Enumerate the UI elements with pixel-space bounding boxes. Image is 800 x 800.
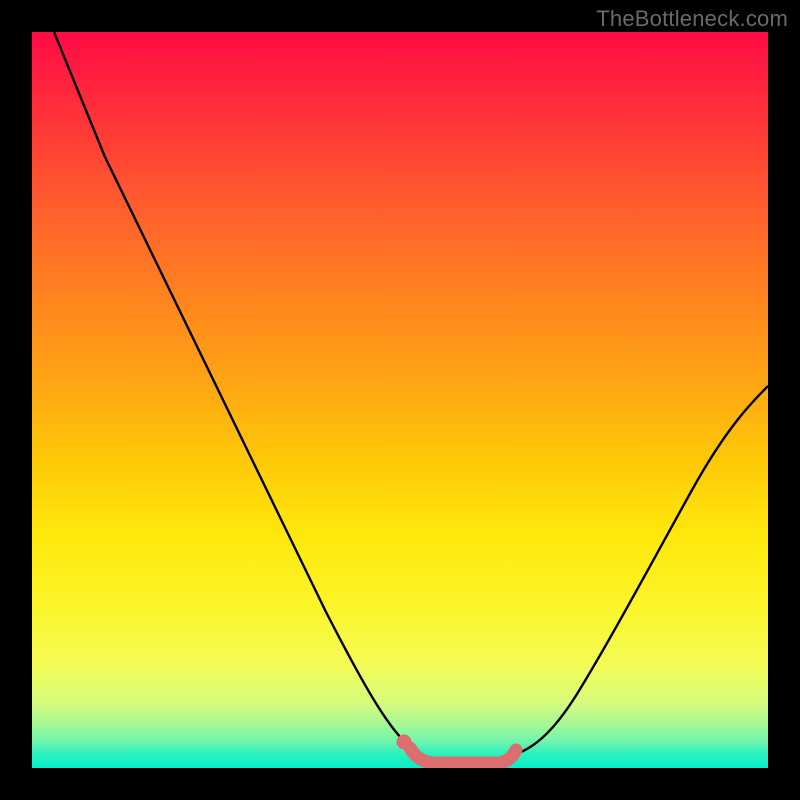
optimal-zone-dot — [397, 735, 412, 750]
watermark-text: TheBottleneck.com — [596, 6, 788, 32]
optimal-zone-band — [410, 748, 516, 763]
chart-frame: TheBottleneck.com — [0, 0, 800, 800]
curve-right — [510, 386, 768, 756]
curve-left — [54, 32, 420, 756]
plot-area — [32, 32, 768, 768]
curve-svg — [32, 32, 768, 768]
